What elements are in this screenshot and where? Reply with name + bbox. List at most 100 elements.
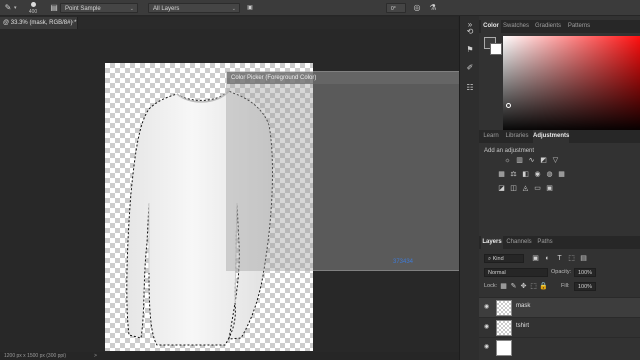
layer-row[interactable]: ◉ [479, 337, 640, 357]
angle-field[interactable]: 0° [386, 3, 406, 13]
brightness-contrast-icon[interactable]: ☼ [503, 157, 512, 165]
color-panel [479, 33, 640, 138]
background-color-swatch[interactable] [490, 43, 502, 55]
fill-field[interactable]: 100% [574, 282, 596, 291]
sample-mode-select[interactable]: Point Sample ⌄ [60, 3, 138, 13]
layer-thumbnail [496, 300, 512, 316]
filter-kind-select[interactable]: ⌕ Kind [484, 254, 524, 263]
color-picker-title: Color Picker (Foreground Color) [227, 72, 477, 84]
document-tab[interactable]: @ 33.3% (mask, RGB/8#) * × [0, 17, 78, 29]
right-panels: Color Swatches Gradients Patterns Learn … [479, 16, 640, 360]
eye-icon[interactable]: ◉ [484, 344, 491, 351]
search-icon: ⌕ [488, 256, 492, 262]
filter-pixel-icon[interactable]: ▣ [531, 255, 540, 263]
layer-thumbnail [496, 320, 512, 336]
filter-adjustment-icon[interactable]: ◐ [543, 255, 552, 263]
adjustments-icon[interactable]: ☷ [464, 82, 476, 93]
vibrance-icon[interactable]: ▽ [551, 157, 560, 165]
tool-preset-caret-icon[interactable]: ▾ [14, 3, 20, 13]
document-tab-title: @ 33.3% (mask, RGB/8#) * [3, 20, 77, 26]
panel-icon-strip: » ⟲ ⚑ ✐ ☷ [459, 16, 479, 360]
tab-strip [78, 17, 458, 29]
photo-filter-icon[interactable]: ◉ [533, 171, 542, 179]
color-balance-icon[interactable]: ⚖ [509, 171, 518, 179]
sample-mode-value: Point Sample [65, 6, 101, 12]
threshold-icon[interactable]: ◬ [521, 185, 530, 193]
lock-row: Lock: ▦ ✎ ✥ ⬚ 🔒 Fill: 100% [479, 281, 640, 292]
color-picker-dialog[interactable]: Color Picker (Foreground Color) 373434 [226, 71, 478, 271]
fill-label: Fill: [561, 283, 570, 289]
opacity-label: Opacity: [551, 269, 572, 275]
exposure-icon[interactable]: ◩ [539, 157, 548, 165]
eye-icon[interactable]: ◉ [484, 324, 491, 331]
sample-layers-value: All Layers [153, 6, 180, 12]
layer-name: mask [516, 303, 531, 309]
properties-icon[interactable]: ⚑ [464, 44, 476, 55]
sample-layers-select[interactable]: All Layers ⌄ [148, 3, 240, 13]
layers-panel: ⌕ Kind ▣ ◐ T ⬚ ▤ Normal Opacity: 100% Lo… [479, 249, 640, 360]
tab-adjustments[interactable]: Adjustments [533, 130, 569, 143]
status-arrow-icon[interactable]: > [94, 352, 97, 360]
layer-name: tshirt [516, 323, 530, 329]
lock-artboard-icon[interactable]: ⬚ [529, 283, 538, 291]
sample-all-layers-icon[interactable]: ▣ [246, 3, 254, 13]
tab-patterns[interactable]: Patterns [567, 20, 591, 33]
curves-icon[interactable]: ∿ [527, 157, 536, 165]
layer-row[interactable]: ◉ mask [479, 297, 640, 317]
eyedropper-tool-icon[interactable]: ✎ [3, 3, 13, 13]
adjustments-panel-tabs: Learn Libraries Adjustments [479, 130, 640, 143]
blend-mode-value: Normal [488, 270, 506, 276]
blend-mode-select[interactable]: Normal [484, 268, 548, 277]
selective-color-icon[interactable]: ▣ [545, 185, 554, 193]
blend-row: Normal Opacity: 100% [479, 267, 640, 278]
brush-icon[interactable]: ✐ [464, 62, 476, 73]
color-panel-tabs: Color Swatches Gradients Patterns [479, 20, 640, 33]
tab-color[interactable]: Color [481, 20, 501, 33]
sample-size-value: 400 [28, 9, 38, 15]
lock-transparent-icon[interactable]: ▦ [499, 283, 508, 291]
channel-mixer-icon[interactable]: ◍ [545, 171, 554, 179]
eye-icon[interactable]: ◉ [484, 304, 491, 311]
adjustments-panel: Add an adjustment ☼ ▥ ∿ ◩ ▽ ▦ ⚖ ◧ ◉ ◍ ▦ … [479, 143, 640, 233]
hue-saturation-icon[interactable]: ▦ [497, 171, 506, 179]
gradient-map-icon[interactable]: ▭ [533, 185, 542, 193]
spectrum-marker[interactable] [506, 103, 511, 108]
brush-settings-icon[interactable]: ◎ [412, 3, 422, 13]
tab-swatches[interactable]: Swatches [503, 20, 529, 33]
layer-row[interactable]: ◉ tshirt [479, 317, 640, 337]
invert-icon[interactable]: ◪ [497, 185, 506, 193]
color-spectrum[interactable] [503, 36, 640, 133]
lock-all-icon[interactable]: 🔒 [539, 283, 548, 291]
lock-label: Lock: [484, 283, 498, 289]
sample-size-indicator[interactable]: 400 [26, 2, 40, 15]
lock-position-icon[interactable]: ✥ [519, 283, 528, 291]
angle-value: 0° [391, 6, 396, 12]
tab-paths[interactable]: Paths [535, 236, 555, 249]
filter-kind-value: Kind [492, 256, 504, 262]
symmetry-icon[interactable]: ⚗ [428, 3, 438, 13]
tab-gradients[interactable]: Gradients [533, 20, 563, 33]
history-icon[interactable]: ⟲ [464, 26, 476, 37]
layer-filter-row: ⌕ Kind ▣ ◐ T ⬚ ▤ [479, 253, 640, 264]
sample-layers-caret-icon: ⌄ [231, 6, 236, 12]
foreground-background-swatches[interactable] [484, 37, 502, 55]
tab-channels[interactable]: Channels [505, 236, 533, 249]
canvas-area[interactable]: Color Picker (Foreground Color) 373434 [0, 29, 478, 352]
sample-mode-caret-icon: ⌄ [129, 6, 134, 12]
levels-icon[interactable]: ▥ [515, 157, 524, 165]
opacity-field[interactable]: 100% [574, 268, 596, 277]
filter-shape-icon[interactable]: ⬚ [567, 255, 576, 263]
posterize-icon[interactable]: ◫ [509, 185, 518, 193]
tab-libraries[interactable]: Libraries [503, 130, 531, 143]
filter-type-icon[interactable]: T [555, 255, 564, 263]
filter-smart-object-icon[interactable]: ▤ [579, 255, 588, 263]
color-lookup-icon[interactable]: ▦ [557, 171, 566, 179]
layers-panel-tabs: Layers Channels Paths [479, 236, 640, 249]
black-white-icon[interactable]: ◧ [521, 171, 530, 179]
lock-image-icon[interactable]: ✎ [509, 283, 518, 291]
close-icon[interactable]: × [70, 17, 74, 29]
document-dimensions: 1200 px x 1500 px (300 ppi) [4, 353, 66, 359]
tab-layers[interactable]: Layers [481, 236, 503, 249]
hex-value[interactable]: 373434 [393, 259, 413, 265]
tab-learn[interactable]: Learn [481, 130, 501, 143]
